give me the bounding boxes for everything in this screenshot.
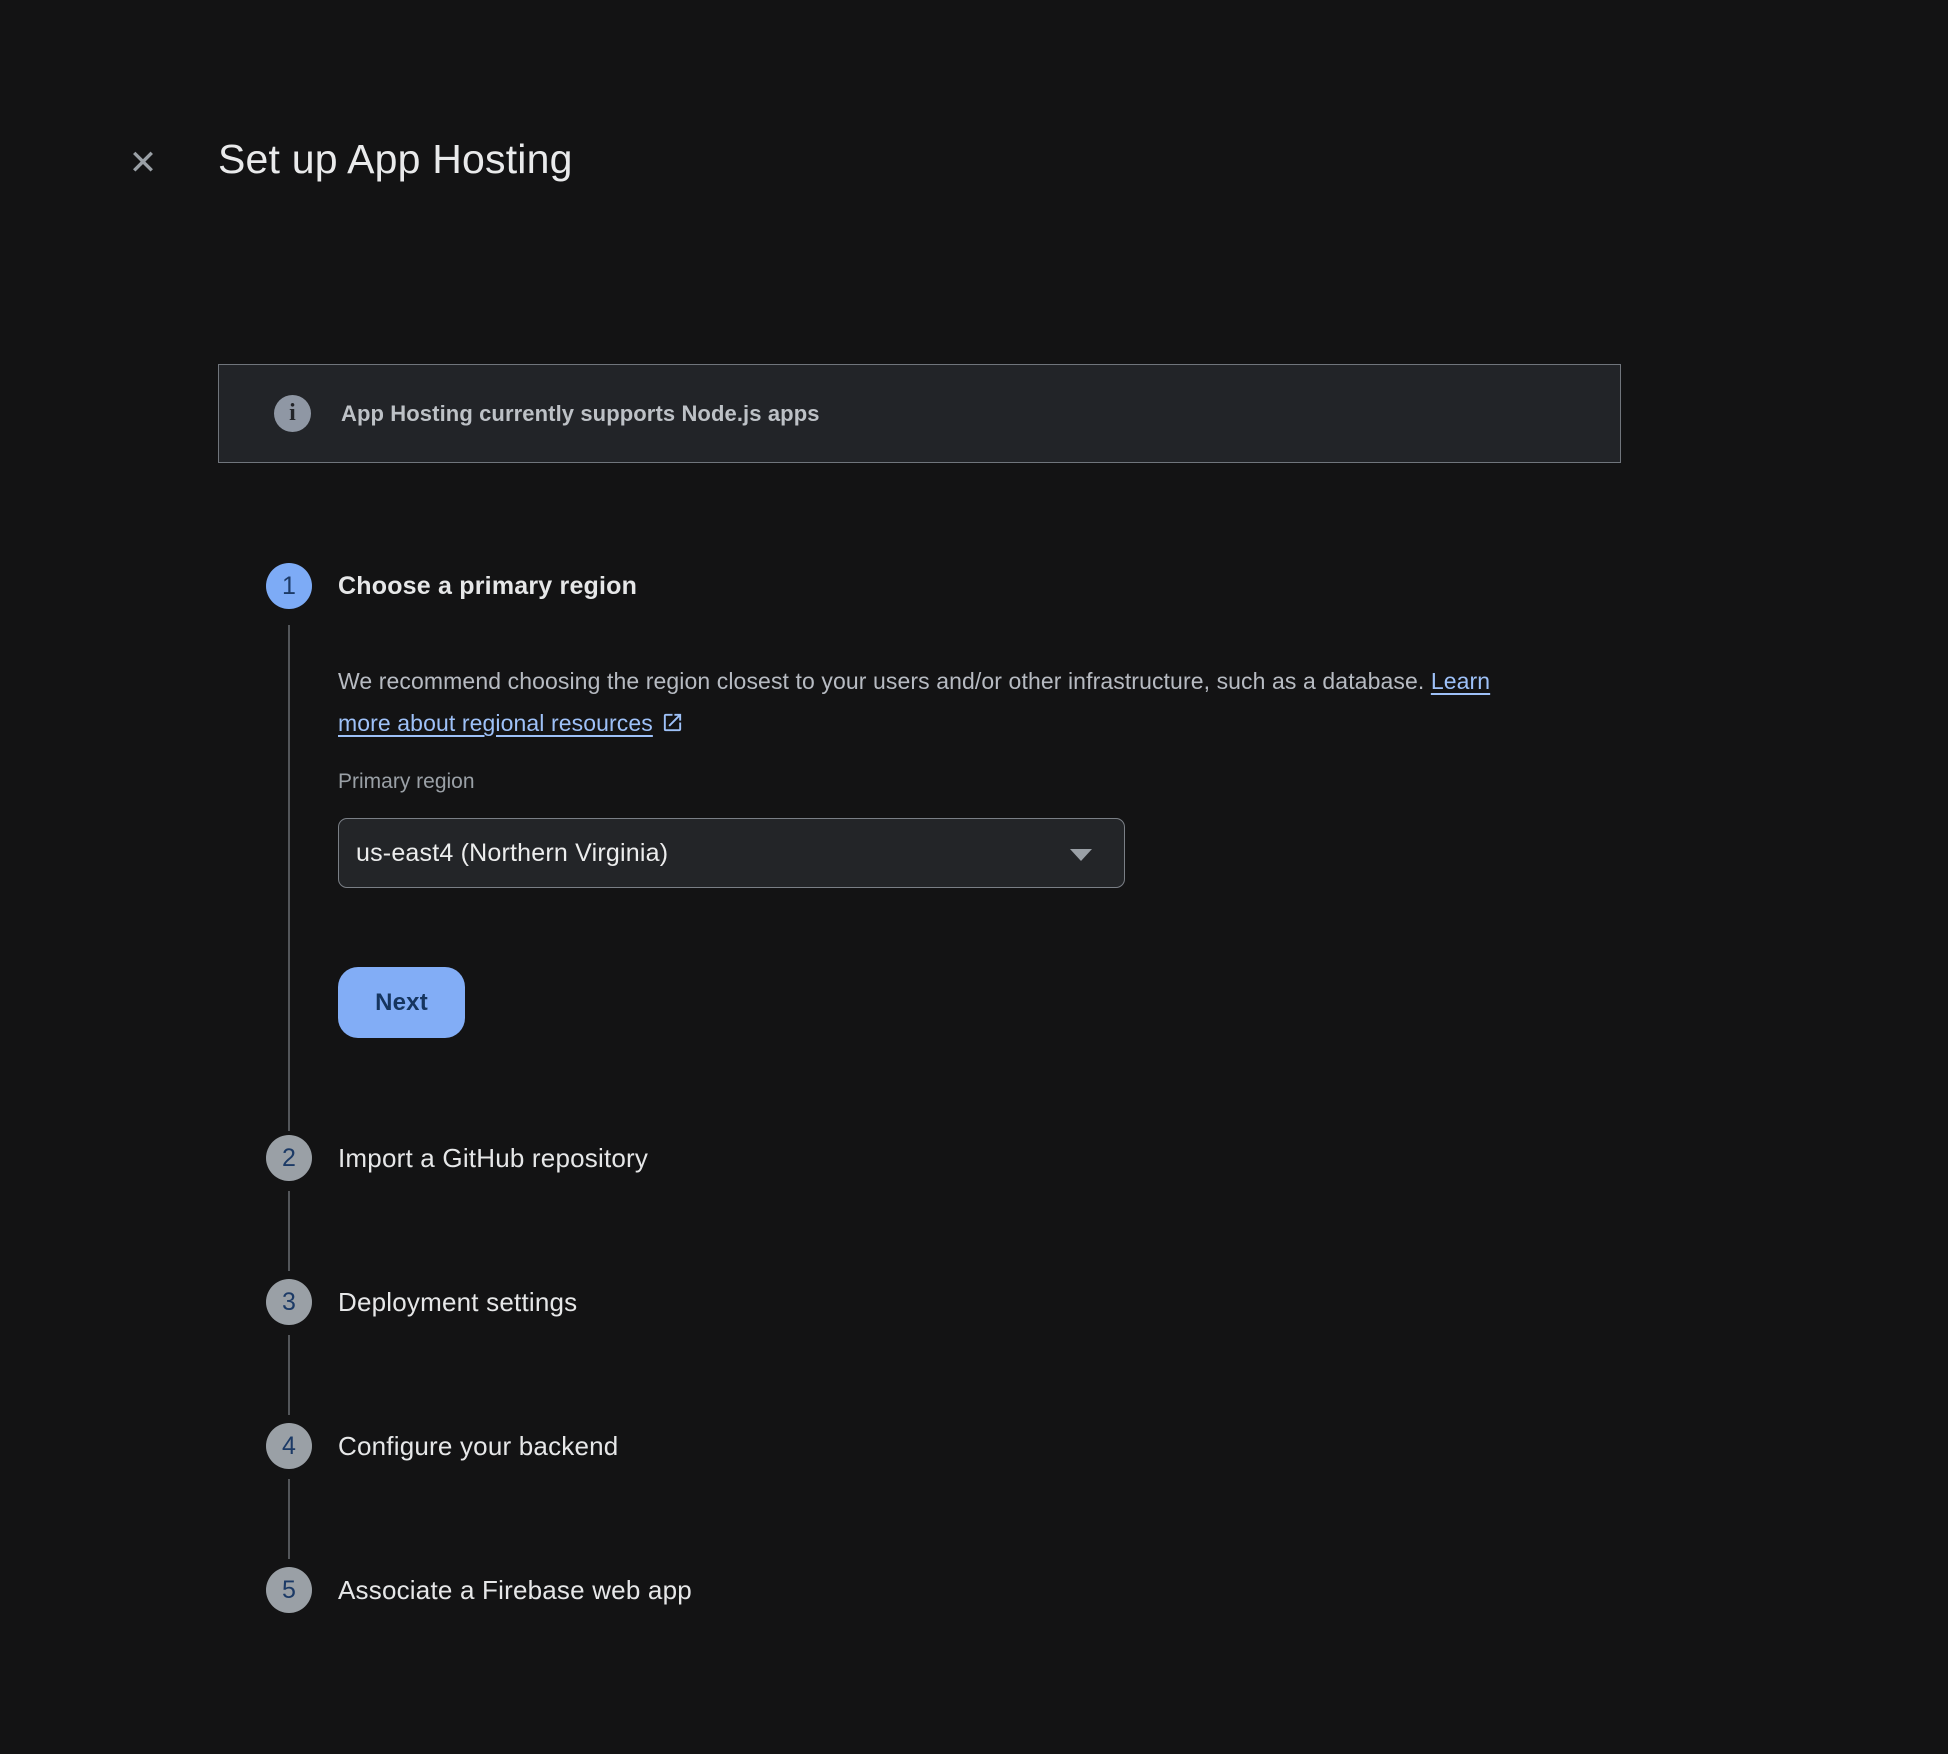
close-icon[interactable]: ✕ — [121, 141, 165, 185]
step-connector-2 — [288, 1191, 290, 1271]
primary-region-value: us-east4 (Northern Virginia) — [356, 839, 668, 868]
step-1-circle: 1 — [266, 563, 312, 609]
page-title: Set up App Hosting — [218, 136, 573, 183]
step-4-circle: 4 — [266, 1423, 312, 1469]
primary-region-select[interactable]: us-east4 (Northern Virginia) — [338, 818, 1125, 888]
step-5-circle: 5 — [266, 1567, 312, 1613]
region-description-text: We recommend choosing the region closest… — [338, 668, 1424, 694]
info-icon: i — [274, 395, 311, 432]
chevron-down-icon — [1070, 849, 1092, 861]
primary-region-label: Primary region — [338, 770, 475, 794]
region-description: We recommend choosing the region closest… — [338, 660, 1523, 744]
step-1-label: Choose a primary region — [338, 572, 637, 601]
step-row-deployment-settings: 3 Deployment settings — [266, 1279, 577, 1325]
step-2-label: Import a GitHub repository — [338, 1143, 648, 1174]
step-4-label: Configure your backend — [338, 1431, 618, 1462]
external-link-icon — [661, 711, 684, 734]
step-3-circle: 3 — [266, 1279, 312, 1325]
step-connector-1 — [288, 625, 290, 1131]
setup-app-hosting-dialog: ✕ Set up App Hosting i App Hosting curre… — [0, 0, 1948, 1754]
next-button[interactable]: Next — [338, 967, 465, 1038]
step-row-choose-primary-region: 1 Choose a primary region — [266, 563, 637, 609]
step-2-circle: 2 — [266, 1135, 312, 1181]
step-connector-3 — [288, 1335, 290, 1415]
info-banner: i App Hosting currently supports Node.js… — [218, 364, 1621, 463]
step-row-associate-firebase-web-app: 5 Associate a Firebase web app — [266, 1567, 692, 1613]
info-banner-text: App Hosting currently supports Node.js a… — [341, 401, 820, 427]
step-connector-4 — [288, 1479, 290, 1559]
step-3-label: Deployment settings — [338, 1287, 577, 1318]
step-row-configure-your-backend: 4 Configure your backend — [266, 1423, 618, 1469]
step-row-import-github-repository: 2 Import a GitHub repository — [266, 1135, 648, 1181]
step-5-label: Associate a Firebase web app — [338, 1575, 692, 1606]
